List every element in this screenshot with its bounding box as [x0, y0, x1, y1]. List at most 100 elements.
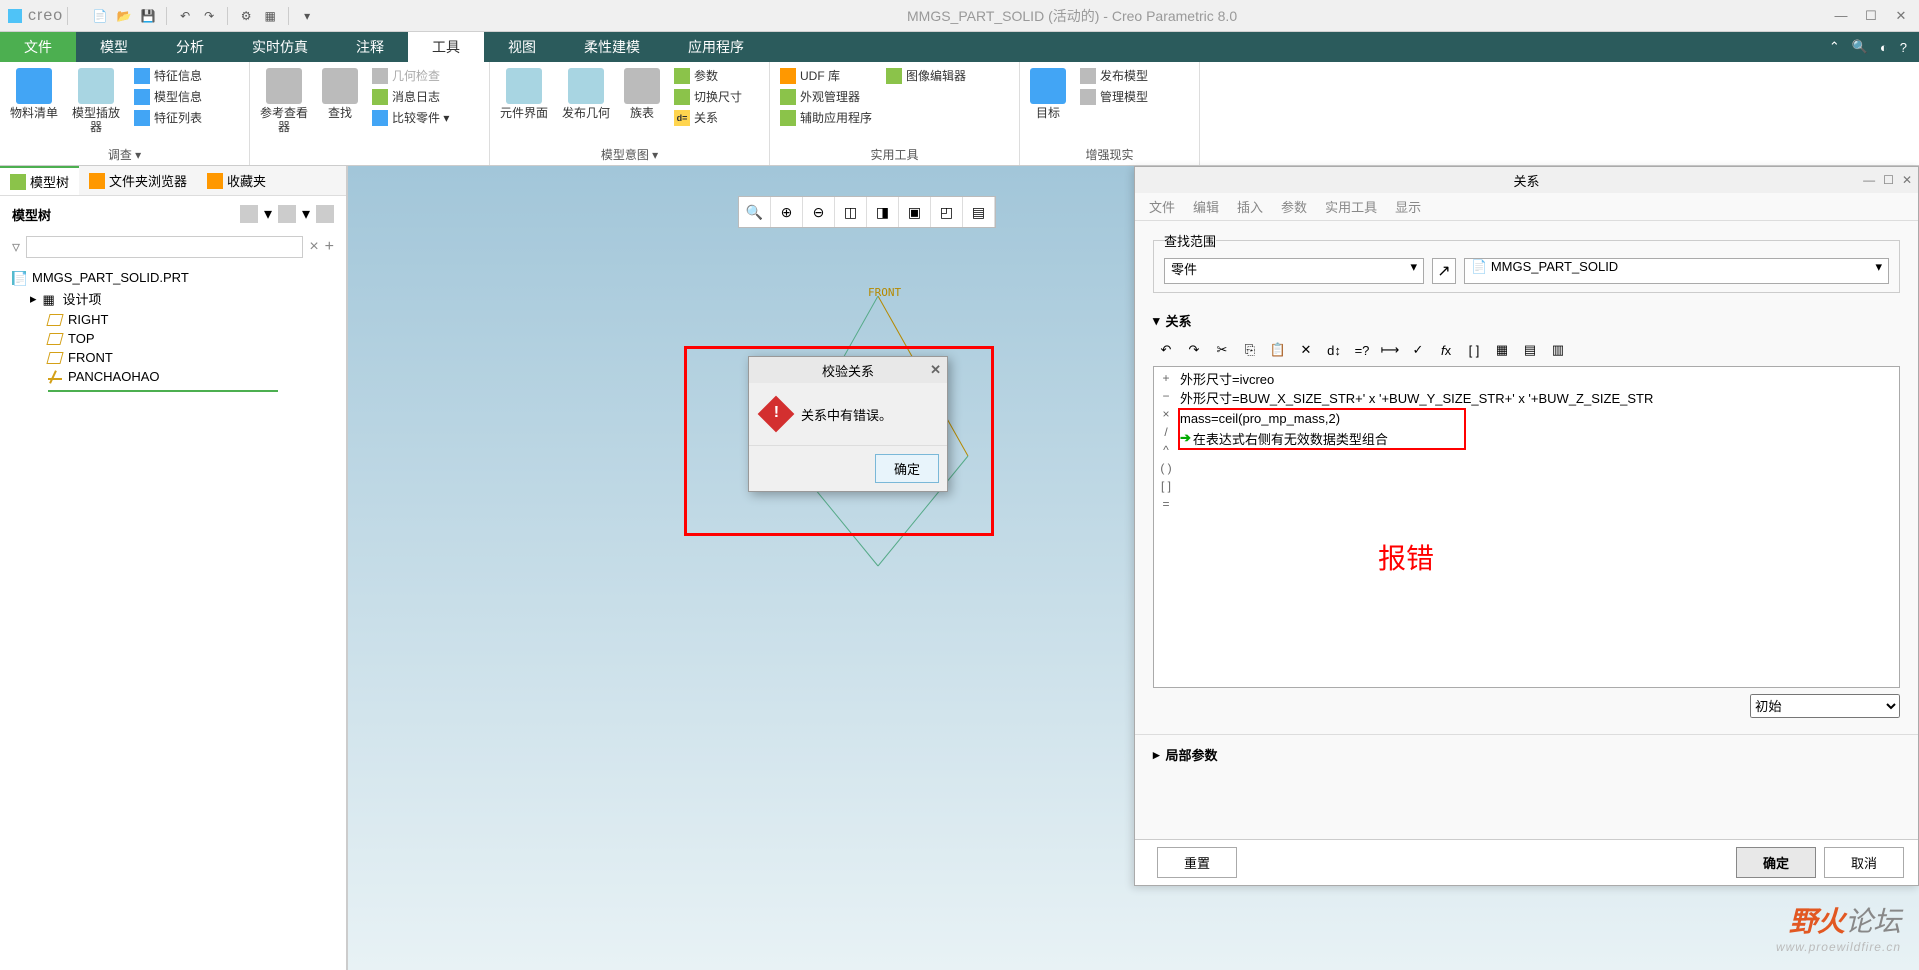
qat-dropdown[interactable]: ▾ — [297, 6, 317, 26]
tree-filter-input[interactable] — [26, 236, 303, 258]
tree-top[interactable]: TOP — [12, 329, 334, 348]
tree-tool3-icon[interactable] — [316, 205, 334, 223]
tree-insert-line[interactable] — [48, 390, 278, 392]
switch-dim-button[interactable]: 切换尺寸 — [670, 87, 746, 106]
tree-right[interactable]: RIGHT — [12, 310, 334, 329]
filter-clear-icon[interactable]: × — [309, 238, 318, 256]
rel-section-local[interactable]: ▸ 局部参数 — [1153, 741, 1900, 768]
rel-init-select[interactable]: 初始 — [1750, 694, 1900, 718]
rel-menu-edit[interactable]: 编辑 — [1193, 197, 1219, 216]
rel-fx-icon[interactable]: fx — [1433, 338, 1459, 362]
open-icon[interactable]: 📂 — [114, 6, 134, 26]
find-button[interactable]: 查找 — [318, 66, 362, 122]
comp-ui-button[interactable]: 元件界面 — [496, 66, 552, 122]
feat-list-button[interactable]: 特征列表 — [130, 108, 206, 127]
tree-front[interactable]: FRONT — [12, 348, 334, 367]
rel-section-relations[interactable]: ▾ 关系 — [1153, 307, 1900, 334]
ref-viewer-button[interactable]: 参考查看 器 — [256, 66, 312, 137]
rel-menu-params[interactable]: 参数 — [1281, 197, 1307, 216]
img-edit-button[interactable]: 图像编辑器 — [882, 66, 970, 85]
rel-menu-insert[interactable]: 插入 — [1237, 197, 1263, 216]
manage-model-button[interactable]: 管理模型 — [1076, 87, 1152, 106]
rel-max-icon[interactable]: ☐ — [1883, 173, 1894, 187]
rel-tb2-icon[interactable]: ▤ — [1517, 338, 1543, 362]
rel-paste-icon[interactable]: 📋 — [1265, 338, 1291, 362]
tab-tools[interactable]: 工具 — [408, 32, 484, 62]
tree-tool1-icon[interactable] — [240, 205, 258, 223]
shade-icon[interactable]: ◨ — [867, 197, 899, 227]
maximize-button[interactable]: ☐ — [1857, 6, 1885, 26]
rel-scope-type-select[interactable]: 零件 ▾ — [1164, 258, 1424, 284]
feat-info-button[interactable]: 特征信息 — [130, 66, 206, 85]
zoom-in-icon[interactable]: ⊕ — [771, 197, 803, 227]
redo-icon[interactable]: ↷ — [199, 6, 219, 26]
rel-scope-pick-icon[interactable]: ↗ — [1432, 258, 1456, 284]
rel-units-icon[interactable]: d↕ — [1321, 338, 1347, 362]
tree-csys[interactable]: PANCHAOHAO — [12, 367, 334, 386]
model-player-button[interactable]: 模型插放 器 — [68, 66, 124, 137]
filter-add-icon[interactable]: + — [325, 238, 334, 256]
new-icon[interactable]: 📄 — [90, 6, 110, 26]
tab-analysis[interactable]: 分析 — [152, 32, 228, 62]
tab-flex[interactable]: 柔性建模 — [560, 32, 664, 62]
bom-button[interactable]: 物料清单 — [6, 66, 62, 122]
tab-livesim[interactable]: 实时仿真 — [228, 32, 332, 62]
search-help-icon[interactable]: 🔍 — [1852, 39, 1868, 55]
rel-scope-model-select[interactable]: 📄 MMGS_PART_SOLID ▾ — [1464, 258, 1889, 284]
sidebar-tab-fav[interactable]: 收藏夹 — [197, 167, 276, 194]
family-button[interactable]: 族表 — [620, 66, 664, 122]
rel-menu-file[interactable]: 文件 — [1149, 197, 1175, 216]
sidebar-tab-tree[interactable]: 模型树 — [0, 166, 79, 195]
tab-model[interactable]: 模型 — [76, 32, 152, 62]
tree-tool2-icon[interactable] — [278, 205, 296, 223]
publish-model-button[interactable]: 发布模型 — [1076, 66, 1152, 85]
notify-icon[interactable]: ◐ — [1880, 40, 1888, 55]
rel-sort-icon[interactable]: ⟼ — [1377, 338, 1403, 362]
rel-undo-icon[interactable]: ↶ — [1153, 338, 1179, 362]
tab-annotate[interactable]: 注释 — [332, 32, 408, 62]
tab-apps[interactable]: 应用程序 — [664, 32, 768, 62]
rel-copy-icon[interactable]: ⎘ — [1237, 338, 1263, 362]
regen-icon[interactable]: ⚙ — [236, 6, 256, 26]
help-icon[interactable]: ? — [1900, 40, 1907, 55]
rel-menu-show[interactable]: 显示 — [1395, 197, 1421, 216]
zoom-out-icon[interactable]: ⊖ — [803, 197, 835, 227]
ribbon-group-intent[interactable]: 模型意图 ▾ — [496, 145, 763, 163]
rel-reset-button[interactable]: 重置 — [1157, 847, 1237, 878]
rel-close-icon[interactable]: ✕ — [1902, 173, 1912, 187]
relations-button[interactable]: d=关系 — [670, 108, 746, 127]
rel-operator-bar[interactable]: +−×/^( )[ ]= — [1154, 367, 1178, 687]
relations-editor[interactable]: 外形尺寸=ivcreo 外形尺寸=BUW_X_SIZE_STR+' x '+BU… — [1178, 367, 1899, 687]
undo-icon[interactable]: ↶ — [175, 6, 195, 26]
windows-icon[interactable]: ▦ — [260, 6, 280, 26]
aux-app-button[interactable]: 辅助应用程序 — [776, 108, 876, 127]
params-button[interactable]: 参数 — [670, 66, 746, 85]
minimize-button[interactable]: — — [1827, 6, 1855, 26]
rel-provide-icon[interactable]: =? — [1349, 338, 1375, 362]
close-button[interactable]: ✕ — [1887, 6, 1915, 26]
ribbon-collapse-icon[interactable]: ⌃ — [1829, 39, 1840, 55]
rel-verify-icon[interactable]: ✓ — [1405, 338, 1431, 362]
tab-file[interactable]: 文件 — [0, 32, 76, 62]
dialog-close-icon[interactable]: ✕ — [930, 362, 941, 378]
msg-log-button[interactable]: 消息日志 — [368, 87, 453, 106]
compare-button[interactable]: 比较零件 ▾ — [368, 108, 453, 127]
rel-cut-icon[interactable]: ✂ — [1209, 338, 1235, 362]
rel-delete-icon[interactable]: ✕ — [1293, 338, 1319, 362]
repaint-icon[interactable]: ◫ — [835, 197, 867, 227]
rel-bracket-icon[interactable]: [ ] — [1461, 338, 1487, 362]
tree-root[interactable]: 📄MMGS_PART_SOLID.PRT — [12, 268, 334, 287]
filter-icon[interactable]: ▿ — [12, 237, 20, 257]
rel-tb3-icon[interactable]: ▥ — [1545, 338, 1571, 362]
saved-views-icon[interactable]: ◰ — [931, 197, 963, 227]
dialog-ok-button[interactable]: 确定 — [875, 454, 939, 483]
appearance-button[interactable]: 外观管理器 — [776, 87, 876, 106]
tree-design[interactable]: ▸ ▦设计项 — [12, 287, 334, 310]
rel-menu-util[interactable]: 实用工具 — [1325, 197, 1377, 216]
geom-check-button[interactable]: 几何检查 — [368, 66, 453, 85]
ar-target-button[interactable]: 目标 — [1026, 66, 1070, 122]
udf-button[interactable]: UDF 库 — [776, 66, 876, 85]
ribbon-group-investigate[interactable]: 调查 ▾ — [6, 145, 243, 163]
perspective-icon[interactable]: ▤ — [963, 197, 995, 227]
rel-ok-button[interactable]: 确定 — [1736, 847, 1816, 878]
